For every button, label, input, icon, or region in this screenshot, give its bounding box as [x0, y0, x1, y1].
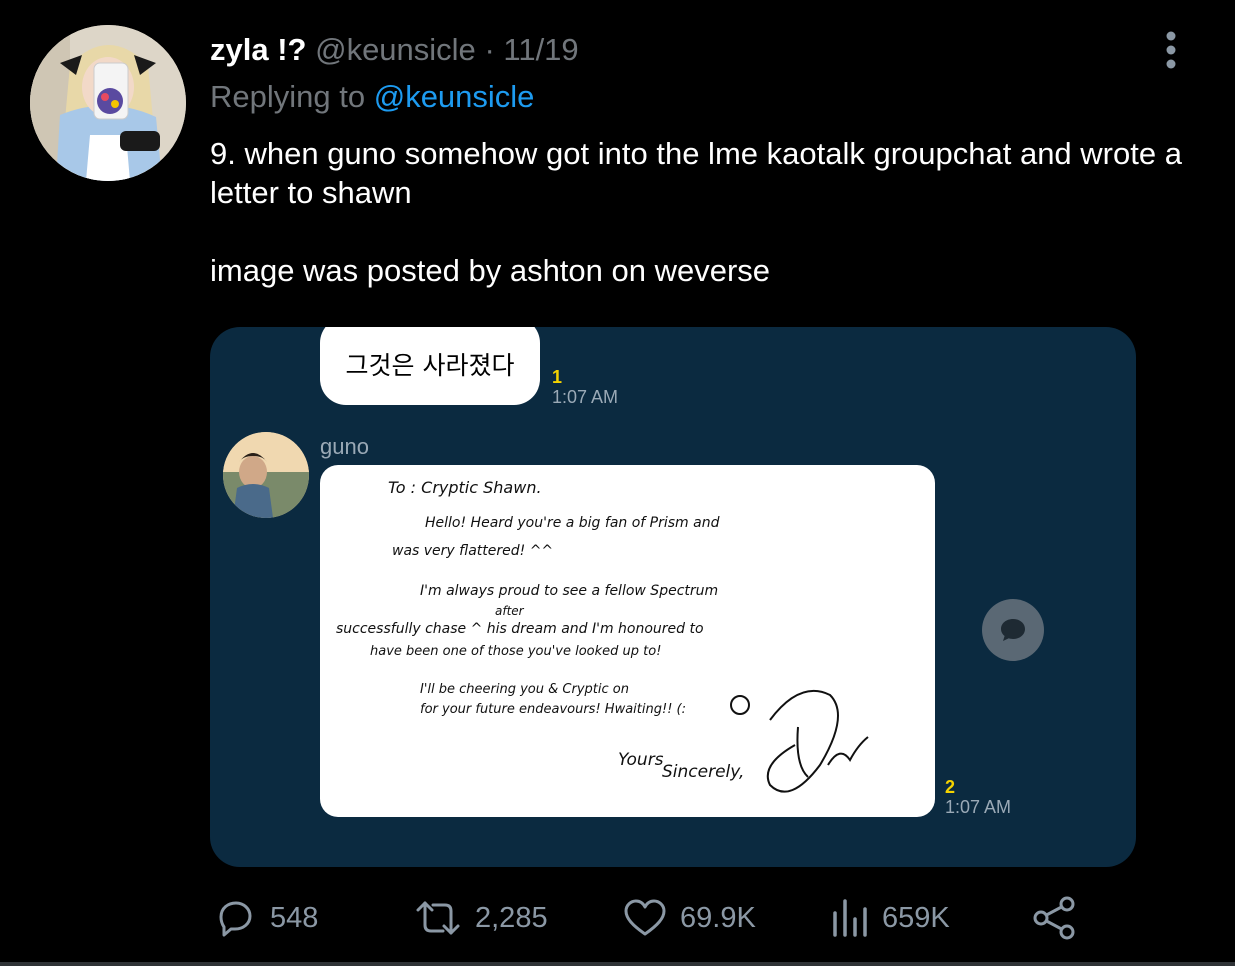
- sender-avatar: [223, 432, 309, 518]
- timestamp-top: 1:07 AM: [552, 387, 619, 407]
- like-button[interactable]: 69.9K: [622, 890, 756, 946]
- author-avatar[interactable]: [30, 25, 186, 181]
- letter-sign-sincerely: Sincerely,: [662, 762, 744, 782]
- share-button[interactable]: [1030, 890, 1078, 946]
- replying-to-prefix: Replying to: [210, 79, 374, 114]
- chat-meta-letter: 2 1:07 AM: [945, 777, 1011, 817]
- letter-line-5: successfully chase ^ his dream and I'm h…: [336, 621, 704, 637]
- display-name[interactable]: zyla !?: [210, 32, 306, 67]
- more-vertical-icon[interactable]: [1158, 30, 1184, 72]
- letter-line-4: I'm always proud to see a fellow Spectru…: [420, 583, 718, 599]
- unread-count-top: 1: [552, 367, 563, 387]
- letter-line-3: was very flattered! ^^: [392, 543, 553, 559]
- unread-count-letter: 2: [945, 777, 956, 797]
- chat-meta-top: 1 1:07 AM: [552, 367, 618, 407]
- letter-image[interactable]: To : Cryptic Shawn. Hello! Heard you're …: [320, 465, 935, 817]
- reply-count: 548: [270, 901, 319, 934]
- sender-name: guno: [320, 434, 369, 459]
- tweet-text: 9. when guno somehow got into the lme ka…: [210, 134, 1200, 290]
- views-count: 659K: [882, 901, 950, 934]
- letter-line-7: I'll be cheering you & Cryptic on: [420, 682, 629, 697]
- tweet-text-paragraph-1: 9. when guno somehow got into the lme ka…: [210, 136, 1182, 210]
- share-icon: [1033, 896, 1075, 940]
- tweet-text-paragraph-2: image was posted by ashton on weverse: [210, 253, 771, 288]
- replying-to-link[interactable]: @keunsicle: [374, 79, 535, 114]
- views-icon: [833, 899, 867, 937]
- letter-line-8: for your future endeavours! Hwaiting!! (…: [420, 702, 686, 717]
- views-button[interactable]: 659K: [830, 890, 950, 946]
- author-handle[interactable]: @keunsicle: [315, 32, 476, 67]
- letter-line-1: To : Cryptic Shawn.: [388, 478, 542, 497]
- letter-line-6: have been one of those you've looked up …: [370, 644, 661, 659]
- timestamp-letter: 1:07 AM: [945, 797, 1012, 817]
- heart-icon: [624, 899, 666, 936]
- tweet-actions: 548 2,285 69.9K 659K: [0, 890, 1235, 946]
- retweet-count: 2,285: [475, 901, 548, 934]
- tweet-date[interactable]: 11/19: [503, 32, 578, 67]
- letter-line-4b: after: [495, 604, 525, 618]
- letter-line-2: Hello! Heard you're a big fan of Prism a…: [425, 515, 720, 531]
- retweet-button[interactable]: 2,285: [413, 890, 548, 946]
- replying-to: Replying to @keunsicle: [210, 77, 534, 117]
- chat-bubble-icon[interactable]: [982, 599, 1044, 661]
- retweet-icon: [416, 901, 460, 935]
- attached-image[interactable]: 그것은 사라졌다 1 1:07 AM guno To : Cryptic Sha…: [210, 327, 1136, 867]
- letter-sign-yours: Yours: [618, 750, 664, 770]
- like-count: 69.9K: [680, 901, 756, 934]
- reply-button[interactable]: 548: [212, 890, 318, 946]
- chat-bubble-top: 그것은 사라졌다: [320, 327, 540, 405]
- signature-graphic: [730, 690, 869, 793]
- reply-icon: [219, 901, 252, 937]
- header-separator: ·: [484, 32, 495, 67]
- tweet-header: zyla !? @keunsicle · 11/19: [210, 30, 579, 70]
- divider: [0, 962, 1235, 966]
